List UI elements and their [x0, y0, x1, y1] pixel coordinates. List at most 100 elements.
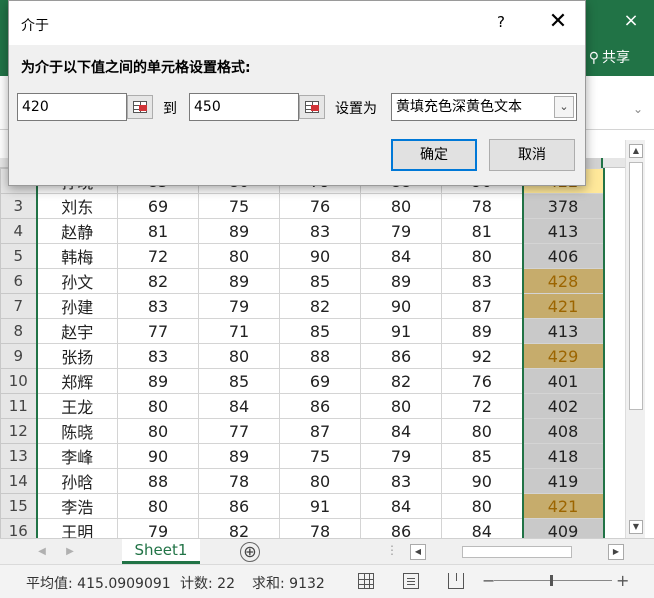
- score-cell[interactable]: 79: [198, 293, 280, 319]
- row-header[interactable]: 9: [0, 343, 37, 369]
- score-cell[interactable]: 88: [117, 468, 199, 494]
- total-cell[interactable]: 413: [521, 318, 605, 344]
- score-cell[interactable]: 89: [198, 268, 280, 294]
- score-cell[interactable]: 91: [360, 318, 442, 344]
- name-cell[interactable]: 王龙: [35, 393, 118, 419]
- scroll-left-arrow-icon[interactable]: ◀: [410, 544, 426, 560]
- to-value-input[interactable]: 450: [189, 93, 299, 121]
- score-cell[interactable]: 90: [279, 243, 361, 269]
- total-cell[interactable]: 429: [521, 343, 605, 369]
- name-cell[interactable]: 赵宇: [35, 318, 118, 344]
- total-cell[interactable]: 409: [521, 518, 605, 538]
- row-header[interactable]: 10: [0, 368, 37, 394]
- prev-sheet-icon[interactable]: ◀: [34, 543, 50, 561]
- next-sheet-icon[interactable]: ▶: [62, 543, 78, 561]
- score-cell[interactable]: 75: [198, 193, 280, 219]
- score-cell[interactable]: 89: [198, 218, 280, 244]
- add-sheet-icon[interactable]: ⊕: [240, 542, 260, 562]
- score-cell[interactable]: 90: [117, 443, 199, 469]
- normal-view-icon[interactable]: [358, 573, 374, 589]
- score-cell[interactable]: 77: [117, 318, 199, 344]
- total-cell[interactable]: 421: [521, 293, 605, 319]
- score-cell[interactable]: 75: [279, 443, 361, 469]
- row-header[interactable]: 6: [0, 268, 37, 294]
- score-cell[interactable]: 80: [441, 243, 523, 269]
- row-header[interactable]: 16: [0, 518, 37, 538]
- name-cell[interactable]: 韩梅: [35, 243, 118, 269]
- total-cell[interactable]: 401: [521, 368, 605, 394]
- row-header[interactable]: 7: [0, 293, 37, 319]
- score-cell[interactable]: 82: [117, 268, 199, 294]
- name-cell[interactable]: 李峰: [35, 443, 118, 469]
- score-cell[interactable]: 84: [360, 418, 442, 444]
- score-cell[interactable]: 78: [279, 518, 361, 538]
- page-break-view-icon[interactable]: [448, 573, 464, 589]
- from-range-select-button[interactable]: [127, 95, 153, 119]
- score-cell[interactable]: 91: [279, 493, 361, 519]
- score-cell[interactable]: 90: [441, 468, 523, 494]
- name-cell[interactable]: 王明: [35, 518, 118, 538]
- name-cell[interactable]: 孙建: [35, 293, 118, 319]
- score-cell[interactable]: 72: [441, 393, 523, 419]
- to-range-select-button[interactable]: [299, 95, 325, 119]
- horizontal-scroll-thumb[interactable]: [462, 546, 572, 558]
- score-cell[interactable]: 76: [279, 193, 361, 219]
- score-cell[interactable]: 80: [198, 343, 280, 369]
- score-cell[interactable]: 77: [198, 418, 280, 444]
- share-button[interactable]: ⚲ 共享: [589, 46, 630, 70]
- name-cell[interactable]: 郑辉: [35, 368, 118, 394]
- row-header[interactable]: 3: [0, 193, 37, 219]
- score-cell[interactable]: 69: [279, 368, 361, 394]
- score-cell[interactable]: 79: [360, 443, 442, 469]
- row-header[interactable]: 14: [0, 468, 37, 494]
- score-cell[interactable]: 81: [441, 218, 523, 244]
- ok-button[interactable]: 确定: [391, 139, 477, 171]
- score-cell[interactable]: 80: [360, 393, 442, 419]
- name-cell[interactable]: 赵静: [35, 218, 118, 244]
- name-cell[interactable]: 陈晓: [35, 418, 118, 444]
- row-header[interactable]: 4: [0, 218, 37, 244]
- score-cell[interactable]: 89: [117, 368, 199, 394]
- scroll-right-arrow-icon[interactable]: ▶: [608, 544, 624, 560]
- score-cell[interactable]: 86: [198, 493, 280, 519]
- formula-expand-chevron-icon[interactable]: ⌄: [628, 96, 648, 122]
- sheet-tab-sheet1[interactable]: Sheet1: [122, 539, 200, 564]
- total-cell[interactable]: 402: [521, 393, 605, 419]
- vertical-scrollbar[interactable]: ▲ ▼: [625, 140, 645, 540]
- vertical-scroll-thumb[interactable]: [629, 162, 643, 410]
- total-cell[interactable]: 421: [521, 493, 605, 519]
- help-icon[interactable]: ?: [497, 13, 505, 31]
- score-cell[interactable]: 90: [360, 293, 442, 319]
- score-cell[interactable]: 84: [360, 493, 442, 519]
- score-cell[interactable]: 85: [198, 368, 280, 394]
- score-cell[interactable]: 76: [441, 368, 523, 394]
- total-cell[interactable]: 428: [521, 268, 605, 294]
- dialog-close-icon[interactable]: ✕: [545, 9, 571, 35]
- score-cell[interactable]: 80: [198, 243, 280, 269]
- score-cell[interactable]: 80: [117, 493, 199, 519]
- scroll-down-arrow-icon[interactable]: ▼: [629, 520, 643, 534]
- scroll-up-arrow-icon[interactable]: ▲: [629, 144, 643, 158]
- score-cell[interactable]: 84: [441, 518, 523, 538]
- name-cell[interactable]: 张扬: [35, 343, 118, 369]
- score-cell[interactable]: 81: [117, 218, 199, 244]
- score-cell[interactable]: 82: [279, 293, 361, 319]
- score-cell[interactable]: 80: [441, 493, 523, 519]
- chevron-down-icon[interactable]: ⌄: [554, 96, 574, 118]
- total-cell[interactable]: 419: [521, 468, 605, 494]
- score-cell[interactable]: 80: [117, 418, 199, 444]
- excel-close-icon[interactable]: ×: [608, 0, 654, 42]
- score-cell[interactable]: 72: [117, 243, 199, 269]
- score-cell[interactable]: 83: [117, 343, 199, 369]
- score-cell[interactable]: 80: [117, 393, 199, 419]
- score-cell[interactable]: 80: [279, 468, 361, 494]
- total-cell[interactable]: 408: [521, 418, 605, 444]
- score-cell[interactable]: 85: [279, 268, 361, 294]
- total-cell[interactable]: 413: [521, 218, 605, 244]
- score-cell[interactable]: 71: [198, 318, 280, 344]
- name-cell[interactable]: 李浩: [35, 493, 118, 519]
- score-cell[interactable]: 83: [360, 468, 442, 494]
- name-cell[interactable]: 孙晗: [35, 468, 118, 494]
- total-cell[interactable]: 418: [521, 443, 605, 469]
- score-cell[interactable]: 84: [360, 243, 442, 269]
